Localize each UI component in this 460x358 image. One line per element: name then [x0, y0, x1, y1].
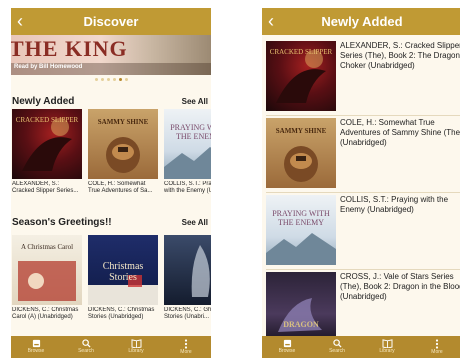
book-cover: SAMMY SHINE — [266, 118, 336, 188]
discover-top-bar: ‹ Discover — [11, 8, 211, 35]
book-cover: A Christmas Carol — [12, 235, 82, 305]
nav-browse[interactable]: Browse — [269, 336, 305, 358]
more-vertical-icon — [435, 339, 439, 349]
carousel-dot[interactable] — [94, 77, 98, 81]
back-arrow-icon[interactable]: ‹ — [17, 11, 23, 31]
book-caption: COLLIS, S.T.: Praying with the Enemy (U.… — [164, 181, 211, 194]
book-card[interactable]: CRACKED SLIPPER ALEXANDER, S.: Cracked S… — [12, 109, 82, 195]
cover-text: CRACKED SLIPPER — [269, 48, 333, 56]
carousel-dot[interactable] — [124, 77, 128, 81]
section-title: Season's Greetings!! — [12, 216, 112, 228]
featured-banner[interactable]: THE KING Read by Bill Homewood — [11, 35, 211, 75]
banner-narrator: Read by Bill Homewood — [14, 64, 83, 70]
list-item[interactable]: PRAYING WITH THE ENEMY COLLIS, S.T.: Pra… — [266, 195, 460, 267]
nav-search[interactable]: Search — [68, 336, 104, 358]
cover-text: PRAYING WITH THE ENEMY — [170, 123, 211, 141]
divider — [266, 192, 460, 193]
list-item[interactable]: CRACKED SLIPPER ALEXANDER, S.: Cracked S… — [266, 41, 460, 113]
search-icon — [332, 339, 342, 348]
carousel-dot[interactable] — [118, 77, 122, 81]
cover-text: SAMMY SHINE — [97, 118, 149, 126]
divider — [266, 115, 460, 116]
dragon-illustration — [278, 298, 322, 332]
section-header-newly-added: Newly Added See All — [11, 94, 211, 108]
nav-library[interactable]: Library — [118, 336, 154, 358]
carousel-dot[interactable] — [106, 77, 110, 81]
seasons-greetings-row: A Christmas Carol DICKENS, C.: Christmas… — [11, 235, 211, 325]
bottom-nav: Browse Search Library More — [11, 336, 211, 358]
bottom-nav: Browse Search Library More — [262, 336, 460, 358]
book-icon — [382, 339, 392, 348]
nav-browse[interactable]: Browse — [18, 336, 54, 358]
nav-search[interactable]: Search — [319, 336, 355, 358]
book-icon — [131, 339, 141, 348]
nav-library[interactable]: Library — [369, 336, 405, 358]
list-item-text: CROSS, J.: Vale of Stars Series (The), B… — [340, 272, 460, 301]
divider — [266, 269, 460, 270]
list-item[interactable]: DRAGON CROSS, J.: Vale of Stars Series (… — [266, 272, 460, 344]
cover-text: PRAYING WITH THE ENEMY — [272, 209, 330, 227]
list-item[interactable]: SAMMY SHINE COLE, H.: Somewhat True Adve… — [266, 118, 460, 190]
list-item-text: COLLIS, S.T.: Praying with the Enemy (Un… — [340, 195, 449, 214]
landscape-illustration — [266, 233, 336, 265]
book-card[interactable]: PRAYING WITH THE ENEMY COLLIS, S.T.: Pra… — [164, 109, 211, 195]
browse-icon — [283, 339, 291, 348]
cover-text: CRACKED SLIPPER — [15, 116, 79, 124]
book-card[interactable]: Christmas Stories DICKENS, C.: Christmas… — [88, 235, 158, 321]
book-cover — [164, 235, 211, 305]
cover-text: SAMMY SHINE — [275, 127, 327, 135]
book-card[interactable]: A Christmas Carol DICKENS, C.: Christmas… — [12, 235, 82, 321]
book-cover: PRAYING WITH THE ENEMY — [266, 195, 336, 265]
page-title: Discover — [83, 14, 139, 29]
newly-added-row: CRACKED SLIPPER ALEXANDER, S.: Cracked S… — [11, 109, 211, 199]
see-all-button[interactable]: See All — [182, 218, 208, 227]
discover-screen: ‹ Discover THE KING Read by Bill Homewoo… — [11, 8, 211, 358]
more-vertical-icon — [184, 339, 188, 349]
carousel-indicator — [11, 75, 211, 83]
book-cover: CRACKED SLIPPER — [266, 41, 336, 111]
back-arrow-icon[interactable]: ‹ — [268, 11, 274, 31]
cover-text: Christmas Stories — [102, 261, 144, 283]
book-caption: COLE, H.: Somewhat True Adventures of Sa… — [88, 181, 153, 194]
nav-more[interactable]: More — [168, 336, 204, 358]
browse-icon — [32, 339, 40, 348]
list-item-text: COLE, H.: Somewhat True Adventures of Sa… — [340, 118, 460, 147]
book-card[interactable]: DICKENS, C.: Gho... Stories (Unabri... — [164, 235, 211, 321]
carousel-dot[interactable] — [112, 77, 116, 81]
nav-more[interactable]: More — [419, 336, 455, 358]
book-cover: CRACKED SLIPPER — [12, 109, 82, 179]
book-caption: DICKENS, C.: Gho... Stories (Unabri... — [164, 307, 211, 320]
section-title: Newly Added — [12, 95, 75, 107]
cover-text: A Christmas Carol — [20, 243, 74, 251]
section-header-seasons-greetings: Season's Greetings!! See All — [11, 215, 211, 229]
illustration — [191, 245, 210, 297]
book-caption: DICKENS, C.: Christmas Stories (Unabridg… — [88, 307, 155, 320]
book-caption: DICKENS, C.: Christmas Carol (A) (Unabri… — [12, 307, 79, 320]
cover-text: DRAGON — [283, 320, 319, 329]
carousel-dot[interactable] — [100, 77, 104, 81]
page-title: Newly Added — [321, 14, 403, 29]
newly-added-top-bar: ‹ Newly Added — [262, 8, 460, 35]
see-all-button[interactable]: See All — [182, 97, 208, 106]
banner-title: THE KING — [11, 36, 128, 61]
list-item-text: ALEXANDER, S.: Cracked Slipper Series (T… — [340, 41, 460, 70]
book-card[interactable]: SAMMY SHINE COLE, H.: Somewhat True Adve… — [88, 109, 158, 195]
book-caption: ALEXANDER, S.: Cracked Slipper Series... — [12, 181, 79, 194]
newly-added-screen: ‹ Newly Added CRACKED SLIPPER ALEXANDER,… — [262, 8, 460, 358]
landscape-illustration — [164, 147, 211, 179]
book-cover: DRAGON — [266, 272, 336, 342]
search-icon — [81, 339, 91, 348]
book-cover: Christmas Stories — [88, 235, 158, 305]
book-cover: SAMMY SHINE — [88, 109, 158, 179]
book-cover: PRAYING WITH THE ENEMY — [164, 109, 211, 179]
